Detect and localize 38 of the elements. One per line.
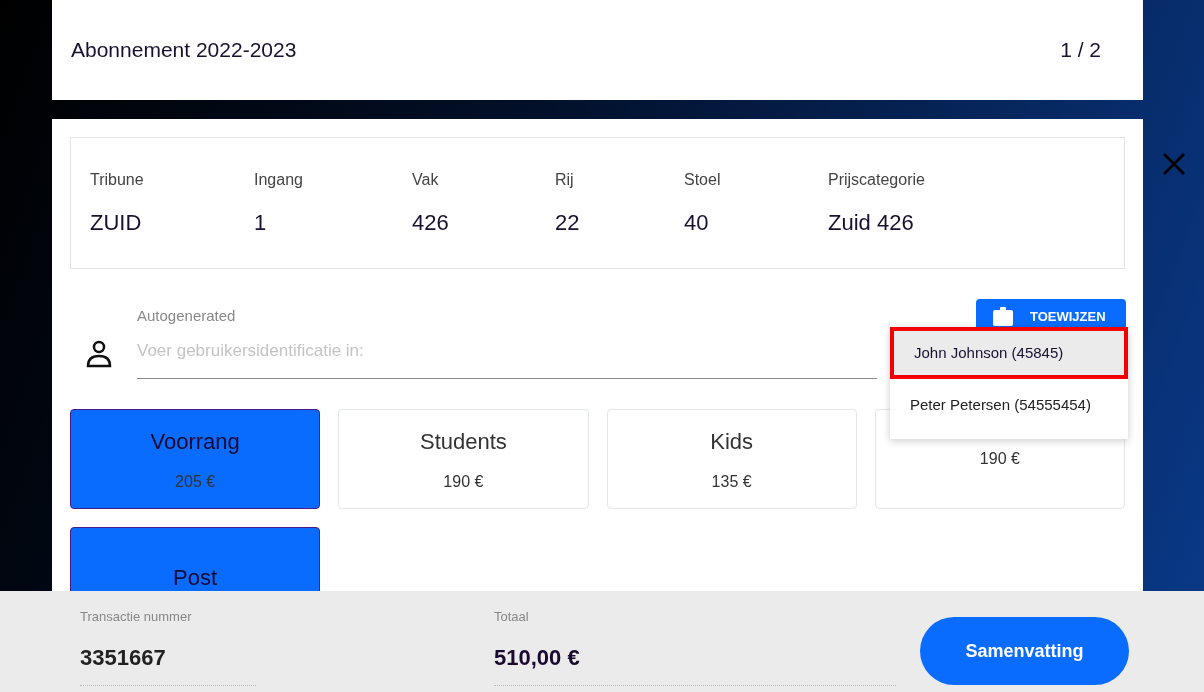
seat-value: 426 [412,208,450,237]
user-id-input[interactable]: Voer gebruikersidentificatie in: [137,337,877,363]
close-icon[interactable] [1161,152,1186,176]
seat-value: ZUID [90,208,143,237]
transaction-number: 3351667 [80,643,167,672]
seat-label: Rij [555,169,575,190]
price-type-card[interactable]: Voorrang 205 € [70,409,321,509]
suggestion-item[interactable]: John Johnson (45845) [890,327,1128,379]
price-amount: 190 € [443,471,484,492]
price-type-card[interactable]: Students 190 € [338,409,589,509]
seat-value: 22 [555,208,581,237]
price-type-name: Kids [710,427,753,456]
seat-value: Zuid 426 [828,208,915,237]
seat-label: Tribune [90,169,145,190]
subscription-title: Abonnement 2022-2023 [71,37,297,64]
summary-button[interactable]: Samenvatting [920,617,1129,685]
user-id-field[interactable]: Autogenerated Voer gebruikersidentificatie in: [137,305,877,379]
total-amount: 510,00 € [494,643,581,672]
transaction-label: Transactie nummer [80,608,193,626]
seat-label: Stoel [684,169,722,190]
field-label: Autogenerated [137,306,237,326]
price-type-name: Voorrang [150,427,240,456]
page-counter: 1 / 2 [1060,37,1101,64]
badge-icon [992,307,1014,327]
price-amount: 135 € [711,471,752,492]
price-type-name: Post [173,563,218,591]
seat-value: 40 [684,208,710,237]
seat-value: 1 [254,208,268,237]
price-type-name: Students [419,427,507,456]
price-amount: 205 € [175,471,216,492]
seat-label: Ingang [254,169,304,190]
price-type-card[interactable]: Post [70,527,321,591]
seat-label: Vak [412,169,440,190]
price-amount: 190 € [979,449,1020,469]
total-label: Totaal [494,608,530,626]
price-type-card[interactable]: Kids 135 € [606,409,857,509]
person-icon [86,340,112,368]
seat-label: Prijscategorie [828,169,926,190]
